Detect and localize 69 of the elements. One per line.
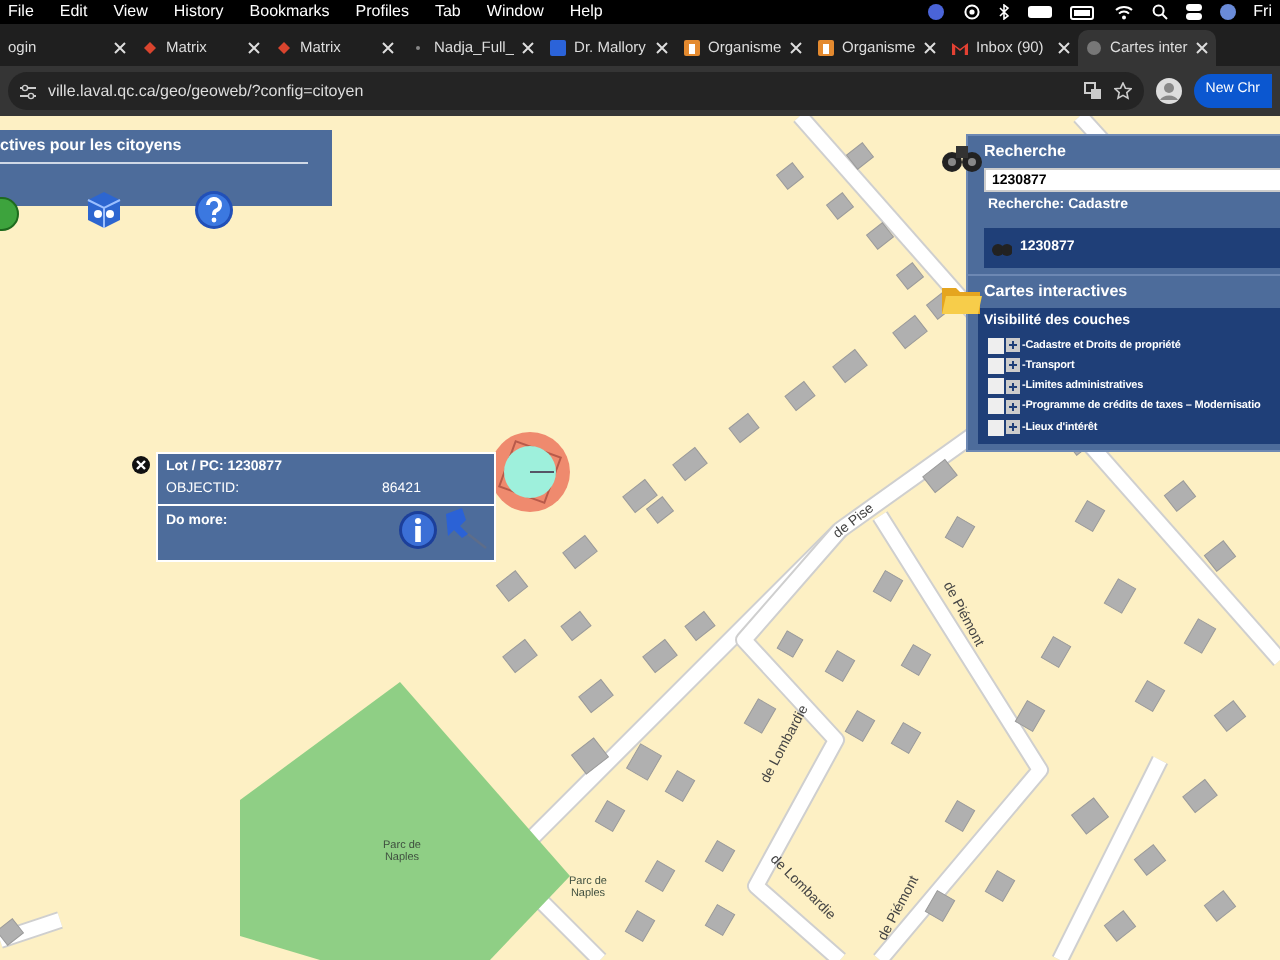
expand-icon[interactable]	[1006, 379, 1020, 394]
layer-checkbox[interactable]	[988, 337, 1004, 354]
bookmark-star-icon[interactable]	[1113, 82, 1132, 100]
close-icon[interactable]	[1058, 42, 1071, 54]
building	[776, 162, 804, 190]
info-icon[interactable]	[398, 510, 438, 550]
record-icon[interactable]	[963, 4, 980, 20]
favicon-icon	[550, 40, 567, 56]
bluetooth-icon[interactable]	[997, 4, 1010, 20]
layer-checkbox[interactable]	[988, 378, 1004, 395]
expand-icon[interactable]	[1006, 420, 1020, 435]
building	[1014, 700, 1046, 732]
close-icon[interactable]	[248, 42, 260, 54]
close-icon[interactable]	[114, 42, 126, 54]
expand-icon[interactable]	[1006, 358, 1020, 373]
building	[844, 710, 876, 742]
panel-title: Recherche	[982, 140, 1068, 164]
menu-item[interactable]: View	[113, 0, 148, 24]
profile-avatar-icon[interactable]	[1155, 78, 1182, 104]
building	[924, 890, 956, 922]
menu-item[interactable]: History	[173, 0, 224, 24]
address-field[interactable]: ville.laval.qc.ca/geo/geoweb/?config=citoyen	[8, 72, 1144, 110]
battery-icon[interactable]	[1069, 5, 1096, 19]
menu-item[interactable]: Help	[569, 0, 603, 24]
favicon-icon	[1086, 40, 1103, 56]
site-settings-icon[interactable]	[20, 83, 36, 99]
building	[922, 459, 958, 493]
building	[944, 800, 976, 832]
favicon-icon	[818, 40, 835, 56]
close-icon[interactable]	[924, 42, 937, 54]
close-icon[interactable]	[522, 42, 535, 54]
close-icon[interactable]	[382, 42, 394, 54]
app-status-icon[interactable]	[925, 4, 946, 20]
translate-icon[interactable]	[1083, 82, 1102, 100]
expand-icon[interactable]	[1006, 338, 1020, 353]
favicon-icon	[276, 40, 292, 56]
menu-item[interactable]: Bookmarks	[249, 0, 330, 24]
binoculars-icon	[992, 239, 1012, 256]
favicon-icon	[684, 40, 701, 56]
building	[776, 630, 804, 658]
panel-title: Cartes interactives	[982, 280, 1130, 304]
menu-item[interactable]: Window	[486, 0, 544, 24]
clock-text: Fri	[1253, 0, 1272, 24]
close-icon[interactable]	[656, 42, 669, 54]
building	[646, 496, 674, 524]
favicon-icon	[142, 40, 158, 56]
menu-item[interactable]: Tab	[434, 0, 461, 24]
layer-checkbox[interactable]	[988, 398, 1004, 415]
building	[866, 222, 894, 250]
search-icon[interactable]	[1151, 4, 1168, 20]
panel-title: ctives pour les citoyens	[0, 136, 182, 154]
building	[846, 142, 874, 170]
close-icon[interactable]	[1195, 42, 1208, 54]
favicon-icon	[410, 40, 426, 56]
help-icon[interactable]	[194, 190, 234, 230]
control-center-icon[interactable]	[1185, 4, 1202, 20]
layer-checkbox[interactable]	[988, 357, 1004, 374]
building	[826, 192, 854, 220]
layer-checkbox[interactable]	[988, 419, 1004, 436]
building	[0, 918, 24, 946]
menu-item[interactable]: File	[8, 0, 34, 24]
close-icon[interactable]	[790, 42, 803, 54]
menu-item[interactable]: Profiles	[355, 0, 409, 24]
building	[872, 570, 904, 602]
menu-item[interactable]: Edit	[59, 0, 88, 24]
wifi-icon[interactable]	[1113, 4, 1134, 20]
building	[896, 262, 924, 290]
expand-icon[interactable]	[1006, 399, 1020, 414]
favicon-icon	[952, 40, 969, 56]
